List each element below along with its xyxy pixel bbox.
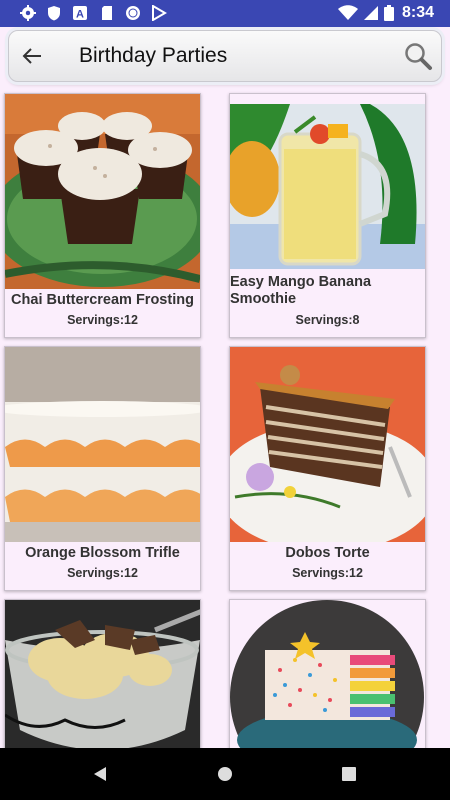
recipe-grid: Chai Buttercream Frosting Servings:12 Ea… — [0, 90, 450, 748]
circle-icon — [126, 6, 140, 20]
sd-card-icon — [102, 6, 112, 20]
home-circle-icon[interactable] — [217, 766, 233, 782]
recipe-card[interactable]: Easy Mango Banana Smoothie Servings:8 — [229, 93, 426, 338]
recipe-name: Easy Mango Banana Smoothie — [230, 274, 372, 307]
navigation-bar — [0, 748, 450, 800]
arrow-left-icon[interactable] — [21, 45, 43, 67]
app-bar: Birthday Parties — [8, 30, 442, 82]
recipe-servings: Servings:12 — [292, 566, 363, 580]
recipe-servings: Servings:12 — [67, 313, 138, 327]
play-store-icon — [152, 5, 167, 21]
recipe-card[interactable]: Chai Buttercream Frosting Servings:12 — [4, 93, 201, 338]
recipe-photo-cupcakes — [5, 94, 200, 289]
recipe-photo-sprinkle-cake — [230, 600, 425, 748]
back-triangle-icon[interactable] — [92, 766, 108, 782]
page-title: Birthday Parties — [79, 44, 228, 67]
status-time: 8:34 — [401, 4, 434, 21]
recipe-name: Orange Blossom Trifle — [25, 545, 180, 561]
wifi-icon — [338, 5, 358, 20]
recipe-card[interactable]: Orange Blossom Trifle Servings:12 — [4, 346, 201, 591]
recipe-servings: Servings:12 — [67, 566, 138, 580]
battery-icon — [384, 5, 394, 21]
shield-icon — [48, 6, 60, 21]
recipe-photo-ice-cream — [5, 600, 200, 748]
recipe-photo-trifle — [5, 347, 200, 542]
recipe-photo-smoothie — [230, 94, 425, 269]
a-icon: A — [73, 6, 87, 21]
recipe-name: Dobos Torte — [285, 545, 370, 561]
recipe-name: Chai Buttercream Frosting — [11, 292, 194, 308]
recents-square-icon[interactable] — [342, 767, 356, 781]
recipe-card[interactable] — [229, 599, 426, 748]
recipe-servings: Servings:8 — [295, 313, 360, 327]
recipe-card[interactable]: Dobos Torte Servings:12 — [229, 346, 426, 591]
gear-icon — [20, 5, 36, 21]
triangle-signal-icon — [364, 6, 378, 20]
recipe-photo-torte — [230, 347, 425, 542]
svg-text:A: A — [76, 9, 84, 21]
status-bar: A 8:34 — [0, 0, 450, 27]
magnifier-icon[interactable] — [403, 41, 433, 71]
recipe-card[interactable] — [4, 599, 201, 748]
